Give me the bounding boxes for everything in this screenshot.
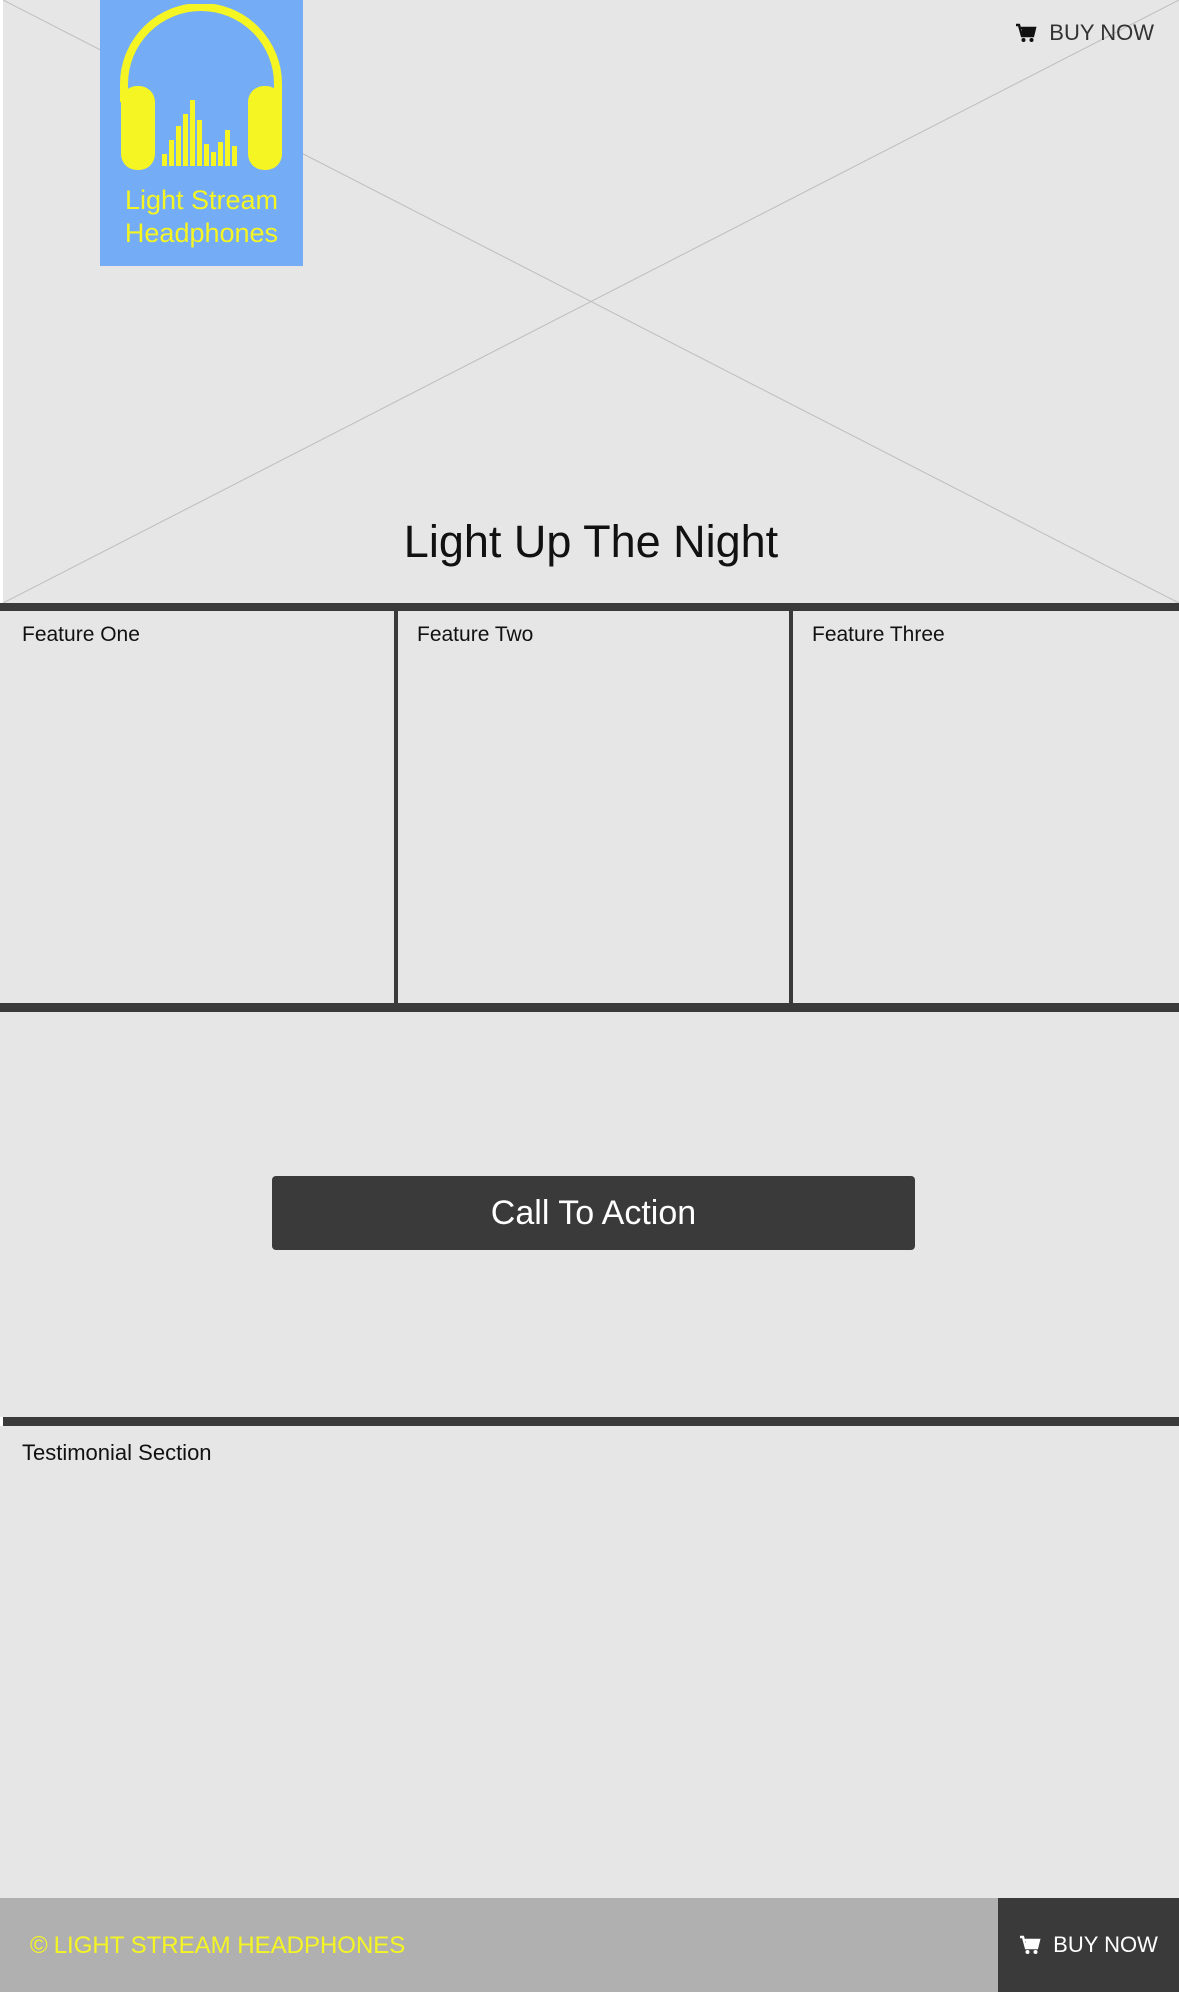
features-section: Feature One Feature Two Feature Three [0, 611, 1179, 1003]
feature-title: Feature One [22, 623, 140, 646]
testimonial-title: Testimonial Section [22, 1440, 212, 1465]
hero-title: Light Up The Night [403, 516, 779, 567]
brand-logo-text: Light Stream Headphones [100, 184, 303, 250]
brand-logo-line2: Headphones [124, 218, 279, 248]
copyright-text: © LIGHT STREAM HEADPHONES [30, 1932, 405, 1960]
testimonial-section: Testimonial Section [0, 1426, 1179, 1898]
buy-now-label: BUY NOW [1053, 1932, 1158, 1957]
buy-now-label: BUY NOW [1049, 20, 1154, 45]
feature-card-one: Feature One [3, 611, 394, 1003]
section-divider [0, 1003, 1179, 1012]
footer: © LIGHT STREAM HEADPHONES BUY NOW [0, 1898, 1179, 1992]
hero-section: Light Stream Headphones BUY NOW Light Up… [3, 0, 1179, 603]
buy-now-button-footer[interactable]: BUY NOW [998, 1898, 1179, 1992]
cart-icon [1019, 1935, 1041, 1955]
call-to-action-button[interactable]: Call To Action [272, 1176, 915, 1250]
brand-logo-line1: Light Stream [124, 185, 279, 215]
cart-icon [1015, 23, 1037, 43]
feature-card-two: Feature Two [398, 611, 789, 1003]
section-divider [3, 1417, 1179, 1426]
copyright-icon: © [30, 1932, 48, 1959]
section-divider [0, 603, 1179, 611]
headphones-logo-icon [120, 4, 282, 170]
copyright-label: LIGHT STREAM HEADPHONES [53, 1932, 406, 1959]
brand-logo[interactable]: Light Stream Headphones [100, 0, 303, 266]
feature-title: Feature Three [812, 623, 945, 646]
buy-now-button-top[interactable]: BUY NOW [1015, 20, 1154, 46]
feature-title: Feature Two [417, 623, 534, 646]
cta-section: Call To Action [0, 1012, 1179, 1417]
feature-card-three: Feature Three [793, 611, 1179, 1003]
